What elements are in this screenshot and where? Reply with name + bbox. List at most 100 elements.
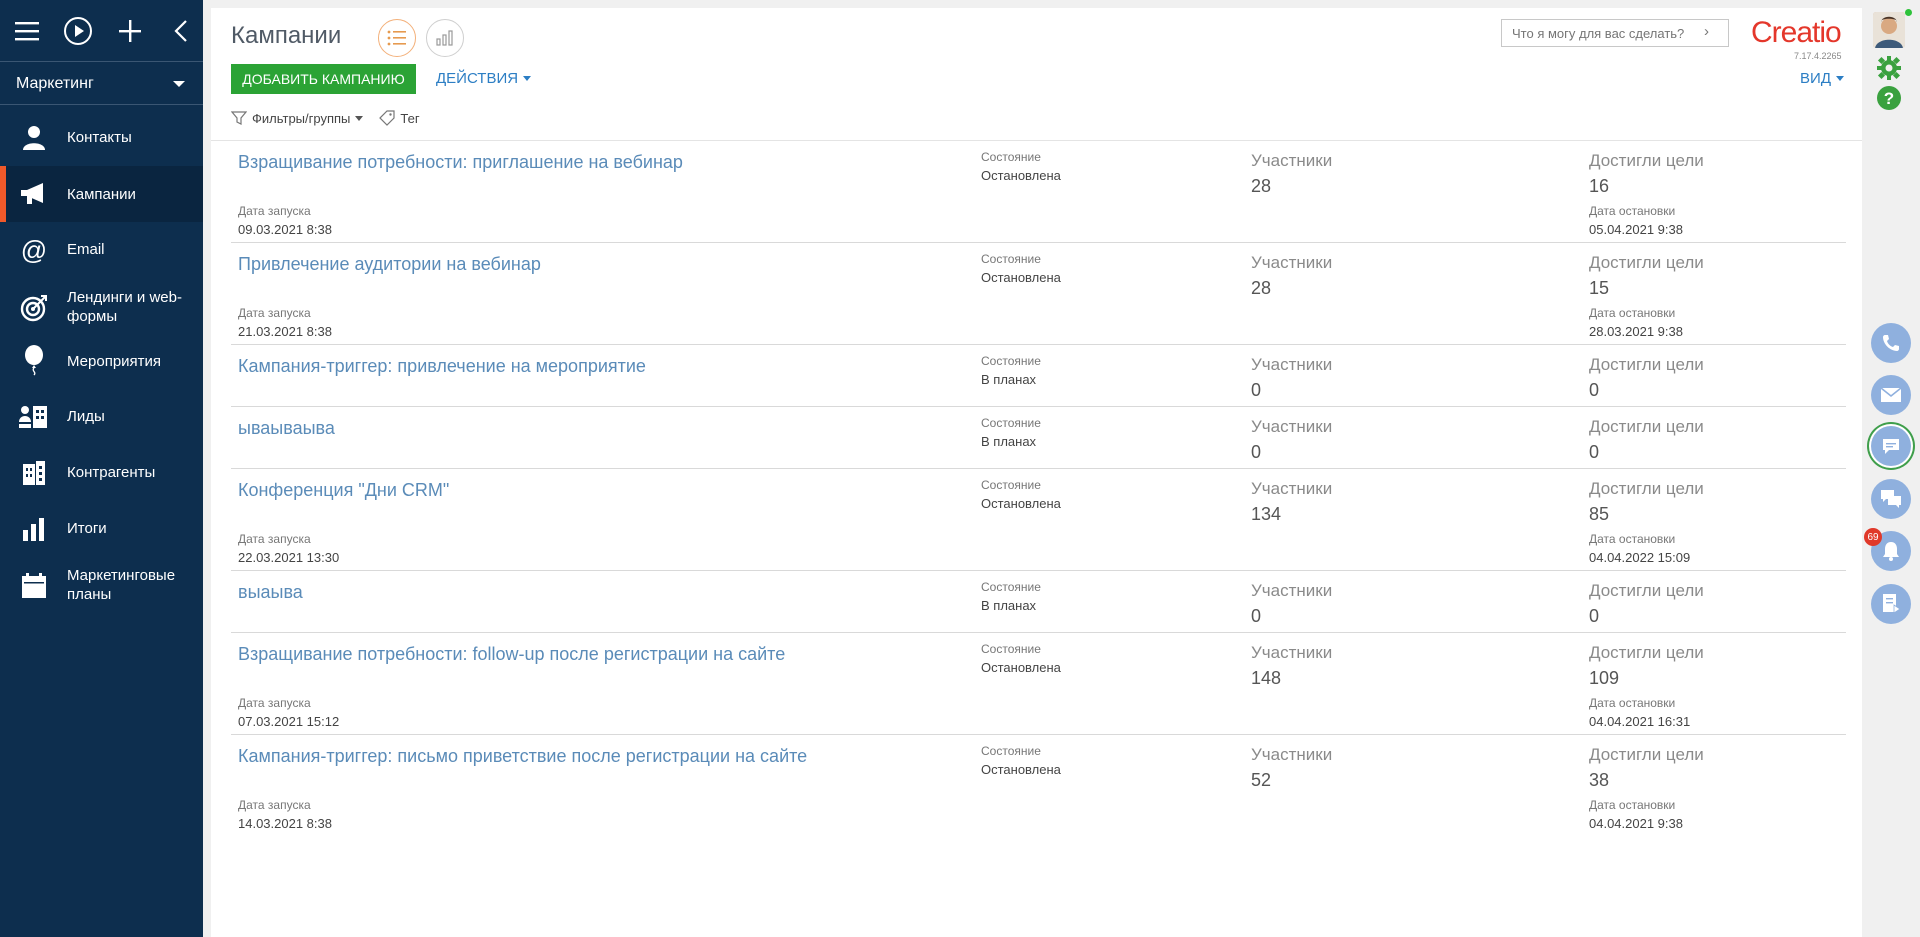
campaign-name-link[interactable]: выаыва — [238, 582, 303, 603]
goal-value: 0 — [1589, 606, 1600, 626]
goal-value: 0 — [1589, 442, 1600, 462]
campaign-name-link[interactable]: Кампания-триггер: привлечение на меропри… — [238, 356, 646, 377]
filter-bar: Фильтры/группы Тег — [231, 110, 436, 126]
participants-label: Участники — [1251, 151, 1333, 170]
sidebar-item-campaigns[interactable]: Кампании — [0, 166, 203, 222]
command-line-input[interactable] — [1501, 19, 1729, 47]
list-view-button[interactable] — [378, 19, 416, 57]
table-row[interactable]: Взращивание потребности: follow-up после… — [231, 633, 1846, 735]
workspace-select[interactable]: Маркетинг — [0, 63, 203, 105]
sidebar-item-landings[interactable]: Лендинги и web-формы — [0, 282, 203, 334]
goal-label: Достигли цели — [1589, 745, 1704, 764]
phone-button[interactable] — [1871, 323, 1911, 363]
process-tasks-button[interactable] — [1871, 584, 1911, 624]
state-label: Состояние — [981, 252, 1041, 266]
state-label: Состояние — [981, 478, 1041, 492]
sidebar-item-events[interactable]: Мероприятия — [0, 338, 203, 386]
target-icon — [19, 293, 49, 323]
calendar-icon — [19, 571, 49, 601]
actions-label: Действия — [436, 70, 519, 87]
bell-icon — [1883, 542, 1899, 561]
chat-button[interactable] — [1871, 426, 1911, 466]
campaign-name-link[interactable]: Привлечение аудитории на вебинар — [238, 254, 541, 275]
hamburger-menu-icon[interactable] — [10, 14, 44, 48]
participants-label: Участники — [1251, 581, 1333, 600]
campaign-name-link[interactable]: Кампания-триггер: письмо приветствие пос… — [238, 746, 807, 767]
sidebar-item-label: Кампании — [67, 186, 136, 203]
right-communication-bar: ? 69 — [1862, 0, 1920, 937]
sidebar-item-label: Лендинги и web-формы — [67, 289, 182, 325]
goal-label: Достигли цели — [1589, 581, 1704, 600]
campaign-name-link[interactable]: Взращивание потребности: follow-up после… — [238, 644, 785, 665]
gear-icon[interactable] — [1875, 54, 1903, 82]
tag-button[interactable]: Тег — [379, 110, 420, 126]
left-sidebar: Маркетинг Контакты Кампании @ Email Ленд… — [0, 0, 203, 937]
participants-value: 134 — [1251, 504, 1282, 524]
tag-label: Тег — [400, 110, 420, 126]
tag-icon — [379, 110, 395, 126]
campaign-name-link[interactable]: Конференция "Дни CRM" — [238, 480, 449, 501]
sidebar-item-label: Контрагенты — [67, 464, 156, 481]
participants-label: Участники — [1251, 479, 1333, 498]
participants-label: Участники — [1251, 417, 1333, 436]
bar-chart-icon — [19, 514, 49, 544]
campaign-name-link[interactable]: Взращивание потребности: приглашение на … — [238, 152, 683, 173]
collapse-chevron-left-icon[interactable] — [164, 14, 198, 48]
view-menu-button[interactable]: Вид — [1800, 70, 1844, 87]
sidebar-item-label: Лиды — [67, 408, 105, 425]
state-label: Состояние — [981, 580, 1041, 594]
megaphone-icon — [19, 179, 49, 209]
notifications-badge: 69 — [1864, 528, 1882, 546]
analytics-view-button[interactable] — [426, 19, 464, 57]
avatar[interactable] — [1873, 12, 1905, 48]
sidebar-item-email[interactable]: @ Email — [0, 226, 203, 274]
document-play-icon — [1883, 594, 1901, 614]
sidebar-item-leads[interactable]: Лиды — [0, 393, 203, 441]
table-row[interactable]: выаыва Состояние В планах Участники 0 До… — [231, 571, 1846, 633]
stop-date-value: 04.04.2021 9:38 — [1589, 816, 1683, 831]
state-value: Остановлена — [981, 496, 1061, 511]
participants-value: 0 — [1251, 442, 1262, 462]
stop-date-value: 04.04.2022 15:09 — [1589, 550, 1691, 565]
sidebar-item-label: Мероприятия — [67, 353, 162, 370]
chevron-down-icon — [173, 80, 185, 87]
filters-groups-button[interactable]: Фильтры/группы — [231, 111, 364, 126]
feed-button[interactable] — [1871, 479, 1911, 519]
sidebar-item-accounts[interactable]: Контрагенты — [0, 449, 203, 497]
start-date-value: 07.03.2021 15:12 — [238, 714, 340, 729]
goal-value: 16 — [1589, 176, 1610, 196]
state-value: Остановлена — [981, 660, 1061, 675]
table-row[interactable]: ываываыва Состояние В планах Участники 0… — [231, 407, 1846, 469]
sidebar-item-marketing-plans[interactable]: Маркетинговые планы — [0, 560, 203, 612]
table-row[interactable]: Привлечение аудитории на вебинар Состоян… — [231, 243, 1846, 345]
table-row[interactable]: Кампания-триггер: привлечение на меропри… — [231, 345, 1846, 407]
state-value: В планах — [981, 598, 1037, 613]
participants-value: 0 — [1251, 606, 1262, 626]
process-play-icon[interactable] — [61, 14, 95, 48]
sidebar-item-dashboards[interactable]: Итоги — [0, 505, 203, 553]
start-date-value: 22.03.2021 13:30 — [238, 550, 340, 565]
sidebar-item-contacts[interactable]: Контакты — [0, 114, 203, 162]
actions-menu-button[interactable]: Действия — [436, 70, 532, 87]
add-campaign-button[interactable]: Добавить кампанию — [231, 64, 416, 94]
sidebar-item-label: Маркетинговые планы — [67, 567, 176, 603]
campaign-name-link[interactable]: ываываыва — [238, 418, 335, 439]
table-row[interactable]: Взращивание потребности: приглашение на … — [231, 141, 1846, 243]
stop-date-label: Дата остановки — [1589, 532, 1676, 546]
leads-icon — [19, 402, 49, 432]
chevron-right-icon[interactable]: › — [1704, 23, 1709, 40]
at-icon: @ — [20, 234, 48, 265]
table-row[interactable]: Конференция "Дни CRM" Состояние Остановл… — [231, 469, 1846, 571]
goal-value: 85 — [1589, 504, 1610, 524]
add-plus-icon[interactable] — [113, 14, 147, 48]
help-icon[interactable]: ? — [1875, 84, 1903, 112]
creatio-logo: Creatio — [1751, 16, 1842, 49]
table-row[interactable]: Кампания-триггер: письмо приветствие пос… — [231, 735, 1846, 837]
start-date-label: Дата запуска — [238, 204, 311, 218]
svg-text:?: ? — [1884, 89, 1894, 108]
building-icon — [19, 458, 49, 488]
participants-value: 148 — [1251, 668, 1282, 688]
email-button[interactable] — [1871, 375, 1911, 415]
goal-label: Достигли цели — [1589, 643, 1704, 662]
start-date-value: 21.03.2021 8:38 — [238, 324, 332, 339]
